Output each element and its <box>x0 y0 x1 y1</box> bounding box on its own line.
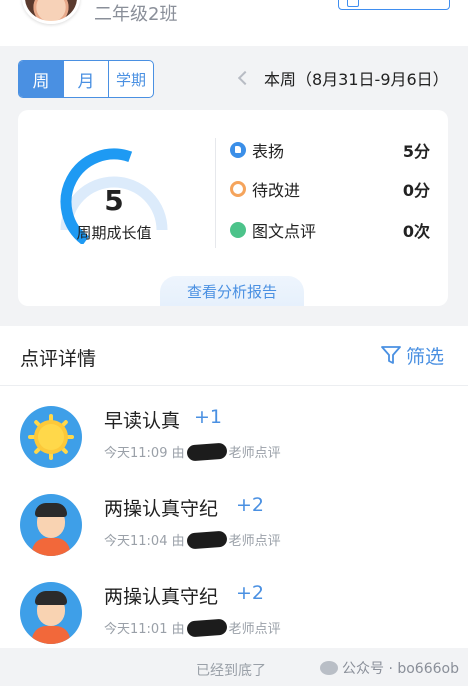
kid-shirt <box>32 538 70 556</box>
stat-improve: 待改进 0分 <box>230 177 430 201</box>
student-header: 二年级2班 <box>0 0 468 46</box>
redacted-name <box>186 530 228 549</box>
details-section: 点评详情 筛选 早读认真 +1 今天11:09 由 老师点评 两操认真守纪 +2… <box>0 326 468 648</box>
class-name: 二年级2班 <box>94 4 178 25</box>
card-divider <box>215 138 216 248</box>
ring-icon <box>230 181 246 197</box>
item-points: +2 <box>236 582 265 604</box>
stat-label: 表扬 <box>252 142 285 161</box>
kid-avatar <box>20 494 82 556</box>
period-tabs: 周 月 学期 <box>18 60 154 98</box>
item-suffix: 老师点评 <box>228 534 281 549</box>
stat-value: 0次 <box>402 222 430 241</box>
filter-button[interactable]: 筛选 <box>380 342 444 368</box>
stat-value: 0分 <box>402 181 430 200</box>
stat-label: 图文点评 <box>252 222 317 241</box>
details-header: 点评详情 筛选 <box>0 326 468 386</box>
growth-value: 5 <box>104 184 124 217</box>
stat-label: 待改进 <box>252 181 301 200</box>
item-meta: 今天11:09 由 老师点评 <box>104 442 281 461</box>
item-meta: 今天11:04 由 老师点评 <box>104 530 281 549</box>
item-time: 今天11:04 由 <box>104 534 185 549</box>
item-meta: 今天11:01 由 老师点评 <box>104 618 281 637</box>
item-suffix: 老师点评 <box>228 622 281 637</box>
sun-avatar <box>20 406 82 468</box>
stat-review: 图文点评 0次 <box>230 218 430 242</box>
item-suffix: 老师点评 <box>228 446 281 461</box>
chevron-left-icon[interactable] <box>237 70 253 86</box>
item-time: 今天11:01 由 <box>104 622 185 637</box>
filter-label: 筛选 <box>406 345 445 368</box>
item-title: 早读认真 <box>104 410 181 432</box>
week-range: 本周（8月31日-9月6日） <box>234 66 449 90</box>
item-points: +1 <box>194 406 223 428</box>
watermark-text: 公众号 · bo666ob <box>342 661 459 677</box>
stat-praise: 表扬 5分 <box>230 138 430 162</box>
kid-hair <box>35 503 67 517</box>
thumbs-up-icon <box>230 142 246 158</box>
kid-avatar <box>20 582 82 644</box>
header-action-button[interactable] <box>338 0 450 10</box>
details-title: 点评详情 <box>20 348 97 370</box>
tab-semester[interactable]: 学期 <box>109 61 153 97</box>
list-item[interactable]: 两操认真守纪 +2 今天11:04 由 老师点评 <box>0 486 468 574</box>
grid-icon <box>347 0 359 7</box>
week-range-label: 本周（8月31日-9月6日） <box>264 70 449 89</box>
stat-value: 5分 <box>402 142 430 161</box>
tab-week[interactable]: 周 <box>19 61 64 97</box>
item-title: 两操认真守纪 <box>104 586 219 608</box>
bottom-bar: 已经到底了 公众号 · bo666ob <box>0 648 468 686</box>
sun-core <box>38 424 64 450</box>
dot-icon <box>230 222 246 238</box>
item-title: 两操认真守纪 <box>104 498 219 520</box>
watermark: 公众号 · bo666ob <box>320 658 459 678</box>
redacted-name <box>186 442 228 461</box>
student-avatar[interactable] <box>22 0 80 24</box>
wechat-icon <box>320 661 338 675</box>
tab-month[interactable]: 月 <box>64 61 109 97</box>
item-points: +2 <box>236 494 265 516</box>
end-of-list-text: 已经到底了 <box>196 663 266 679</box>
kid-shirt <box>32 626 70 644</box>
kid-hair <box>35 591 67 605</box>
filter-icon <box>381 346 401 364</box>
analysis-report-link[interactable]: 查看分析报告 <box>160 276 304 306</box>
growth-label: 周期成长值 <box>76 224 152 242</box>
list-item[interactable]: 早读认真 +1 今天11:09 由 老师点评 <box>0 398 468 486</box>
summary-card: 5 周期成长值 表扬 5分 待改进 0分 图文点评 0次 查看分析报告 <box>18 110 448 306</box>
item-time: 今天11:09 由 <box>104 446 185 461</box>
redacted-name <box>186 618 228 637</box>
